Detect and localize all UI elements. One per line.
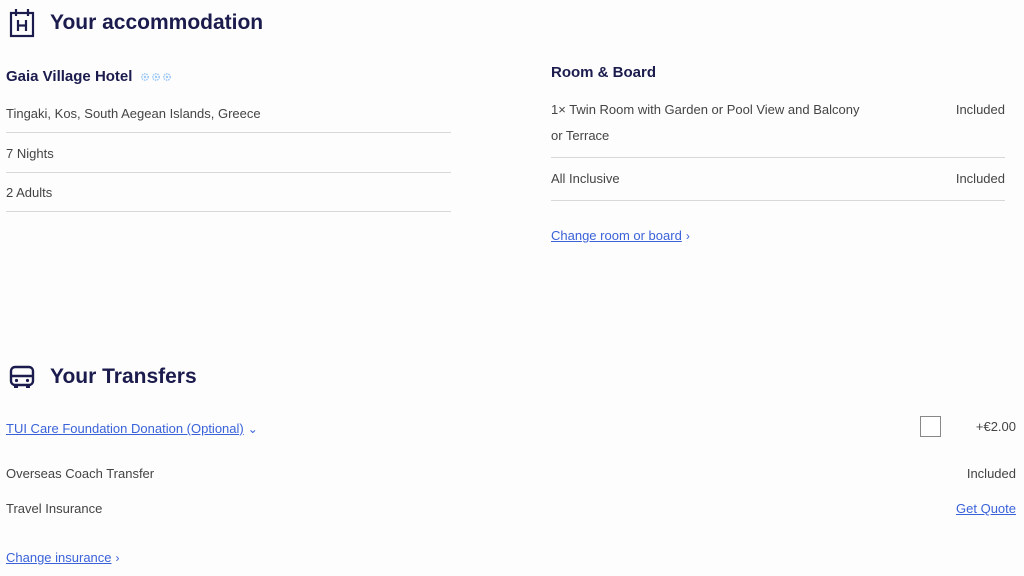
change-insurance-link-wrap[interactable]: Change insurance › [6, 550, 120, 565]
room-board-item: 1× Twin Room with Garden or Pool View an… [551, 97, 1005, 158]
transfers-header: Your Transfers [8, 362, 197, 392]
chevron-down-icon[interactable]: ⌄ [248, 422, 258, 436]
room-description: 1× Twin Room with Garden or Pool View an… [551, 102, 860, 143]
chevron-right-icon: › [685, 229, 690, 243]
hotel-icon [8, 8, 36, 38]
coach-transfer-label: Overseas Coach Transfer [6, 466, 155, 481]
board-description: All Inclusive [551, 171, 620, 186]
get-quote-link[interactable]: Get Quote [956, 501, 1016, 516]
bus-icon [8, 362, 36, 392]
room-status: Included [955, 102, 1005, 117]
change-room-or-board-link[interactable]: Change room or board [551, 228, 682, 243]
change-room-link-wrap[interactable]: Change room or board › [551, 227, 690, 245]
travel-insurance-label: Travel Insurance [6, 501, 103, 516]
coach-transfer-status: Included [966, 466, 1016, 481]
board-status: Included [955, 171, 1005, 186]
hotel-rating [140, 72, 172, 82]
guests-row: 2 Adults [6, 185, 451, 212]
donation-link[interactable]: TUI Care Foundation Donation (Optional) [6, 421, 244, 436]
donation-price: +€2.00 [975, 419, 1016, 434]
star-icon [152, 72, 161, 81]
transfers-heading: Your Transfers [50, 365, 197, 388]
change-insurance-link[interactable]: Change insurance [6, 550, 112, 565]
accommodation-heading: Your accommodation [50, 11, 264, 34]
star-icon [141, 72, 150, 81]
room-board-title: Room & Board [551, 64, 656, 81]
donation-row[interactable]: TUI Care Foundation Donation (Optional) ⌄ [6, 421, 258, 436]
chevron-right-icon: › [115, 551, 120, 565]
get-quote-link-wrap[interactable]: Get Quote [956, 501, 1016, 516]
nights: 7 Nights [6, 146, 54, 161]
accommodation-header: Your accommodation [8, 8, 263, 38]
guests: 2 Adults [6, 185, 53, 200]
nights-row: 7 Nights [6, 146, 451, 173]
hotel-location: Tingaki, Kos, South Aegean Islands, Gree… [6, 106, 261, 121]
hotel-location-row: Tingaki, Kos, South Aegean Islands, Gree… [6, 106, 451, 133]
hotel-name-block: Gaia Village Hotel [6, 68, 172, 85]
hotel-name: Gaia Village Hotel [6, 68, 133, 85]
donation-checkbox[interactable] [920, 416, 941, 437]
room-board-item: All Inclusive Included [551, 166, 1005, 201]
star-icon [163, 72, 172, 81]
